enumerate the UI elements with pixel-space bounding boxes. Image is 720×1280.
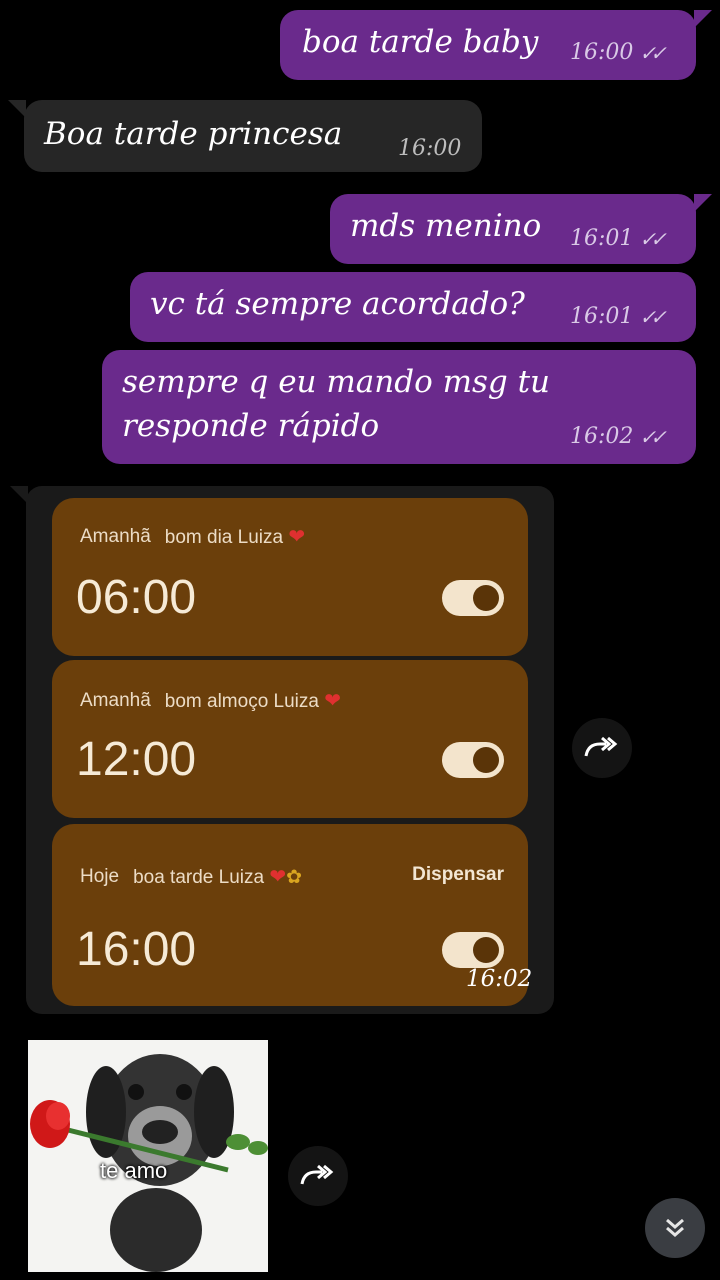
double-check-icon: ✓✓: [639, 40, 666, 65]
message-time: 16:02: [466, 966, 533, 992]
sticker-caption: te amo: [100, 1158, 168, 1183]
bubble-tail: [694, 10, 712, 28]
message-text: boa tarde baby: [302, 24, 539, 60]
message-time: 16:00: [570, 40, 634, 65]
message-meta: 16:01 ✓✓: [570, 304, 667, 329]
double-check-icon: ✓✓: [639, 304, 666, 329]
alarm-time: 06:00: [76, 571, 197, 624]
message-meta: 16:00 ✓✓: [570, 40, 667, 65]
forward-button[interactable]: [288, 1146, 348, 1206]
bubble-tail: [10, 486, 28, 504]
alarm-toggle: [442, 932, 504, 968]
scroll-down-button[interactable]: [645, 1198, 705, 1258]
double-check-icon: ✓✓: [639, 424, 666, 449]
alarm-card: Hoje boa tarde Luiza ❤✿ Dispensar 16:00: [52, 824, 528, 1006]
heart-icon: ❤: [324, 690, 342, 712]
sunflower-icon: ✿: [286, 867, 303, 888]
chevron-double-down-icon: [666, 1218, 684, 1237]
message-text: Boa tarde princesa: [44, 116, 343, 152]
heart-icon: ❤: [288, 526, 306, 548]
alarm-day: Hoje: [80, 865, 120, 887]
forward-icon: [300, 1164, 334, 1185]
message-meta: 16:00: [398, 136, 461, 161]
message-text: sempre q eu mando msg tu responde rápido: [122, 364, 551, 444]
message-time: 16:01: [570, 304, 634, 329]
alarm-toggle: [442, 742, 504, 778]
alarm-dismiss: Dispensar: [412, 864, 504, 885]
alarm-time: 16:00: [76, 923, 197, 976]
double-check-icon: ✓✓: [639, 226, 666, 251]
alarm-time: 12:00: [76, 733, 197, 786]
heart-icon: ❤: [269, 866, 287, 888]
forward-button[interactable]: [572, 718, 632, 778]
bubble-tail: [694, 194, 712, 212]
alarm-day: Amanhã: [80, 525, 151, 547]
alarm-card: Amanhã bom almoço Luiza ❤ 12:00: [52, 660, 528, 818]
sticker-dog[interactable]: [28, 1040, 268, 1272]
bubble-tail: [8, 100, 26, 118]
forward-icon: [584, 736, 618, 757]
alarm-toggle: [442, 580, 504, 616]
message-meta: 16:02 ✓✓: [570, 424, 667, 449]
message-text: mds menino: [350, 208, 542, 244]
alarm-label: bom dia Luiza ❤: [164, 526, 306, 548]
message-time: 16:00: [398, 136, 462, 161]
message-time: 16:02: [570, 424, 634, 449]
alarm-label: boa tarde Luiza ❤✿: [133, 866, 303, 888]
message-meta: 16:01 ✓✓: [570, 226, 667, 251]
alarm-day: Amanhã: [80, 689, 151, 711]
message-time: 16:01: [570, 226, 634, 251]
message-text: vc tá sempre acordado?: [150, 286, 525, 322]
alarm-card: Amanhã bom dia Luiza ❤ 06:00: [52, 498, 528, 656]
alarm-label: bom almoço Luiza ❤: [164, 690, 342, 712]
